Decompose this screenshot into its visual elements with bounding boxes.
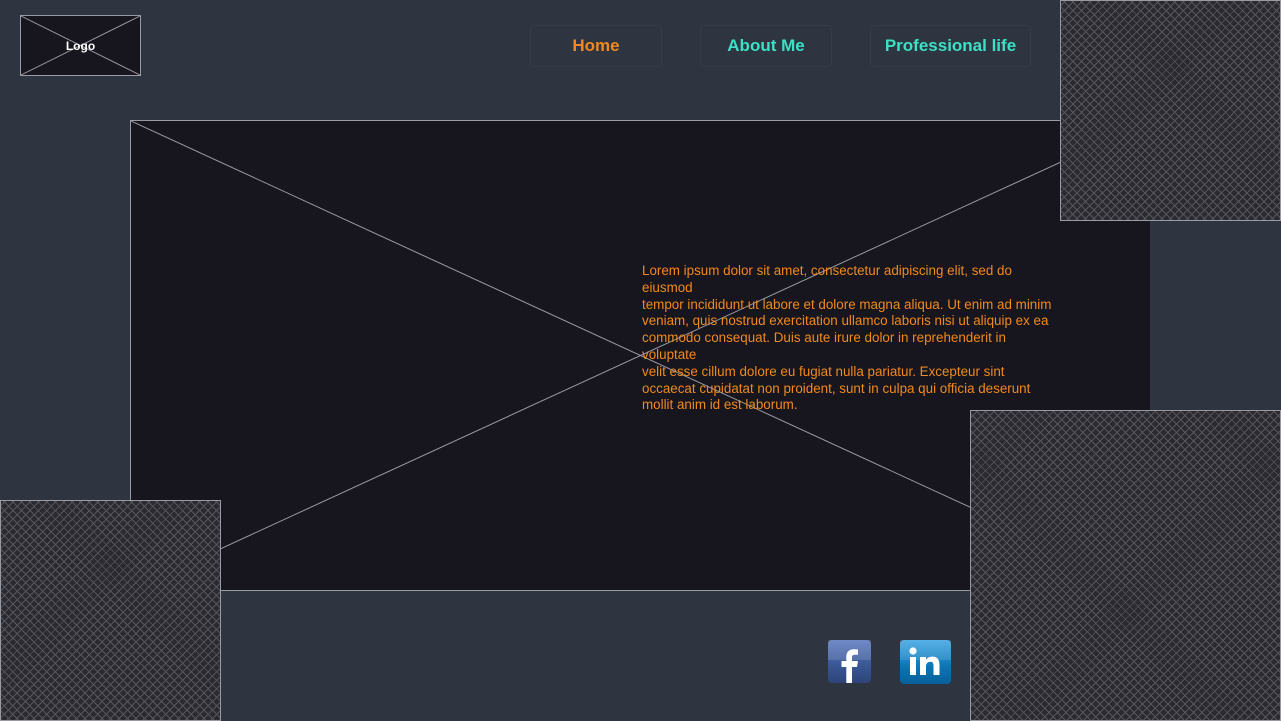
nav-professional-life[interactable]: Professional life [870, 25, 1031, 67]
logo[interactable]: Logo [20, 15, 141, 76]
pattern-panel-top-right [1060, 0, 1281, 221]
linkedin-glyph-icon [900, 640, 951, 675]
nav-home[interactable]: Home [530, 25, 662, 67]
side-panel [1150, 221, 1281, 410]
nav-about-me[interactable]: About Me [700, 25, 832, 67]
pattern-panel-bottom-right [970, 410, 1281, 721]
linkedin-icon[interactable] [900, 640, 951, 684]
hero-text: Lorem ipsum dolor sit amet, consectetur … [642, 263, 1052, 413]
facebook-glyph-icon [828, 640, 871, 683]
logo-label: Logo [65, 38, 96, 53]
page: Logo Home About Me Professional life Lor… [0, 0, 1281, 721]
facebook-icon[interactable] [828, 640, 871, 683]
pattern-panel-bottom-left [0, 500, 221, 721]
